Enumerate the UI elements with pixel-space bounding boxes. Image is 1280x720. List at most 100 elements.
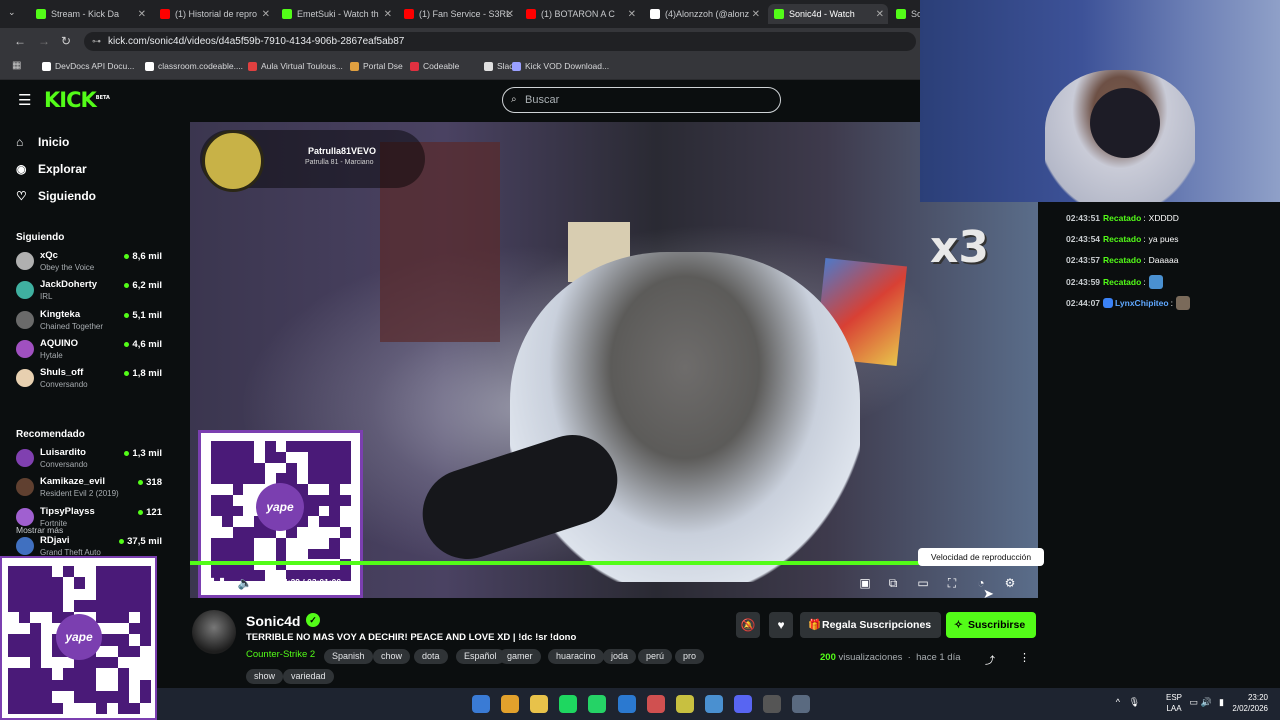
sidebar-channel[interactable]: AQUINO Hytale 4,6 mil xyxy=(16,338,166,366)
forward-icon[interactable]: → xyxy=(38,34,50,48)
whatsapp-icon[interactable] xyxy=(588,695,607,713)
chevron-up-icon[interactable]: ^ xyxy=(1116,697,1120,708)
sidebar-channel[interactable]: TipsyPlayss Fortnite 121 xyxy=(16,506,166,534)
progress-bar[interactable] xyxy=(190,561,1038,565)
browser-tab[interactable]: (1) Historial de repro ✕ xyxy=(154,4,274,24)
menu-icon[interactable]: ☰ xyxy=(18,91,31,109)
bookmark-item[interactable]: Portal Dse xyxy=(350,61,403,71)
sidebar-nav-siguiendo[interactable]: ♡ Siguiendo xyxy=(16,189,96,203)
tag-chip[interactable]: dota xyxy=(414,649,448,664)
sidebar-channel[interactable]: Shuls_off Conversando 1,8 mil xyxy=(16,367,166,395)
clock[interactable]: 23:20 2/02/2026 xyxy=(1228,692,1268,714)
battery-icon[interactable]: ▮ xyxy=(1219,697,1224,708)
tag-chip[interactable]: variedad xyxy=(283,669,334,684)
bookmark-item[interactable]: Kick VOD Download... xyxy=(512,61,609,71)
clip-icon[interactable]: ⧉ xyxy=(884,574,902,592)
qr-module xyxy=(221,494,233,506)
chat-username[interactable]: Recatado xyxy=(1103,255,1141,265)
close-tab-icon[interactable]: ✕ xyxy=(506,9,514,20)
category-link[interactable]: Counter-Strike 2 xyxy=(246,649,315,660)
subscribe-button[interactable]: ✧ Suscribirse xyxy=(946,612,1036,638)
settings-app-icon[interactable] xyxy=(792,695,811,713)
theater-icon[interactable]: ▭ xyxy=(914,574,932,592)
epic-games-icon[interactable] xyxy=(763,695,781,713)
sidebar-nav-inicio[interactable]: ⌂ Inicio xyxy=(16,135,69,149)
file-explorer-icon[interactable] xyxy=(530,695,549,713)
site-info-icon[interactable]: ⊶ xyxy=(92,32,101,51)
spotify-icon[interactable] xyxy=(559,695,578,713)
chat-username[interactable]: Recatado xyxy=(1103,234,1141,244)
gift-subs-button[interactable]: 🎁 Regala Suscripciones xyxy=(800,612,941,638)
close-tab-icon[interactable]: ✕ xyxy=(752,9,760,20)
qr-module xyxy=(107,611,118,623)
chat-username[interactable]: Recatado xyxy=(1103,213,1141,223)
sidebar-channel[interactable]: xQc Obey the Voice 8,6 mil xyxy=(16,250,166,278)
pause-icon[interactable]: ❚❚ xyxy=(207,574,227,592)
discord-icon[interactable] xyxy=(733,695,752,713)
browser-tab[interactable]: Sonic4d - Watch ✕ xyxy=(768,4,888,24)
mic-icon[interactable]: 🎙 xyxy=(1129,697,1140,708)
tag-chip[interactable]: Spanish xyxy=(324,649,373,664)
settings-icon[interactable]: ⚙ xyxy=(1001,574,1019,592)
kick-logo[interactable]: KICKBETA xyxy=(44,88,110,112)
close-tab-icon[interactable]: ✕ xyxy=(384,9,392,20)
browser-tab[interactable]: EmetSuki - Watch th ✕ xyxy=(276,4,396,24)
close-tab-icon[interactable]: ✕ xyxy=(628,9,636,20)
start-icon[interactable] xyxy=(472,695,490,713)
app-icon[interactable] xyxy=(675,695,694,713)
qr-module xyxy=(63,589,74,600)
bookmark-item[interactable]: Aula Virtual Toulous... xyxy=(248,61,343,71)
video-player[interactable]: Patrulla81VEVO Patrulla 81 - Marciano x3… xyxy=(190,122,1038,598)
channel-name[interactable]: Sonic4d xyxy=(246,613,300,629)
tag-chip[interactable]: pro xyxy=(675,649,705,664)
reload-icon[interactable]: ↻ xyxy=(61,34,71,48)
browser-tab[interactable]: Stream - Kick Da ✕ xyxy=(30,4,150,24)
sidebar-nav-explorar[interactable]: ◉ Explorar xyxy=(16,162,87,176)
speaker-icon[interactable]: 🔊 xyxy=(1201,697,1212,708)
browser-tab[interactable]: (4)Alonzzoh (@alonz ✕ xyxy=(644,4,764,24)
sidebar-channel[interactable]: Luisardito Conversando 1,3 mil xyxy=(16,447,166,475)
search-input[interactable]: ⌕ Buscar xyxy=(502,87,781,113)
qr-module xyxy=(211,516,222,527)
browser-tab[interactable]: So xyxy=(890,4,920,24)
fullscreen-icon[interactable]: ⛶ xyxy=(943,574,961,592)
back-icon[interactable]: ← xyxy=(14,34,26,48)
more-options-icon[interactable]: ⋮ xyxy=(1019,651,1030,664)
notifications-off-button[interactable]: 🔕 xyxy=(736,612,760,638)
follow-button[interactable]: ♥ xyxy=(769,612,793,638)
tag-chip[interactable]: huaracino xyxy=(548,649,604,664)
tag-chip[interactable]: perú xyxy=(638,649,673,664)
tag-chip[interactable]: show xyxy=(246,669,284,684)
recorder-icon[interactable] xyxy=(646,695,665,713)
close-tab-icon[interactable]: ✕ xyxy=(876,9,884,20)
share-icon[interactable]: ⤴ xyxy=(985,652,995,667)
browser-tab[interactable]: (1) BOTARON A C ✕ xyxy=(520,4,640,24)
network-icon[interactable]: ▭ xyxy=(1189,697,1198,708)
steam-icon[interactable] xyxy=(704,695,723,713)
channel-avatar[interactable] xyxy=(192,610,236,654)
tag-chip[interactable]: joda xyxy=(603,649,637,664)
bookmark-item[interactable]: Codeable xyxy=(410,61,459,71)
chrome-icon[interactable] xyxy=(501,695,520,713)
close-tab-icon[interactable]: ✕ xyxy=(138,9,146,20)
bookmark-item[interactable]: DevDocs API Docu... xyxy=(42,61,134,71)
sidebar-channel[interactable]: Kamikaze_evil Resident Evil 2 (2019) 318 xyxy=(16,476,166,504)
chat-username[interactable]: LynxChipiteo xyxy=(1115,298,1169,308)
photos-icon[interactable] xyxy=(617,695,636,713)
sidebar-channel[interactable]: Kingteka Chained Together 5,1 mil xyxy=(16,309,166,337)
address-bar[interactable]: ⊶ kick.com/sonic4d/videos/d4a5f59b-7910-… xyxy=(84,32,916,51)
chat-username[interactable]: Recatado xyxy=(1103,277,1141,287)
tag-chip[interactable]: chow xyxy=(373,649,411,664)
volume-icon[interactable]: 🔈 xyxy=(236,574,254,592)
tag-chip[interactable]: gamer xyxy=(499,649,541,664)
input-language[interactable]: ESP LAA xyxy=(1154,692,1194,714)
close-tab-icon[interactable]: ✕ xyxy=(262,9,270,20)
browser-tab[interactable]: (1) Fan Service - S3RL ✕ xyxy=(398,4,518,24)
tag-chip[interactable]: Español xyxy=(456,649,505,664)
tab-search-icon[interactable]: ⌄ xyxy=(8,7,16,18)
apps-icon[interactable]: ▦ xyxy=(12,60,21,71)
bookmark-item[interactable]: classroom.codeable.... xyxy=(145,61,243,71)
miniplayer-icon[interactable]: ▣ xyxy=(856,574,874,592)
qr-module xyxy=(30,657,41,669)
sidebar-channel[interactable]: JackDoherty IRL 6,2 mil xyxy=(16,279,166,307)
